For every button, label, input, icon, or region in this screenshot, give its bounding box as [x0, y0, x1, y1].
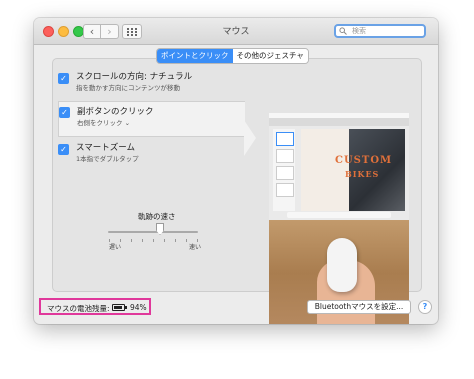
slider-tick	[153, 239, 154, 242]
demo-slide-subtitle: BIKES	[345, 169, 380, 179]
slider-min-label: 遅い	[109, 244, 122, 251]
settings-panel: ✓ スクロールの方向: ナチュラル 指を動かす方向にコンテンツが移動 ✓ 副ボタ…	[52, 58, 422, 324]
tab-point-and-click[interactable]: ポイントとクリック	[157, 49, 233, 63]
tracking-speed-knob[interactable]	[156, 223, 164, 235]
slider-tick	[186, 239, 187, 242]
demo-slide-thumb	[276, 132, 294, 146]
slider-tick	[142, 239, 143, 242]
slider-tick	[175, 239, 176, 242]
search-field[interactable]: 検索	[334, 24, 426, 38]
slider-tick	[164, 239, 165, 242]
demo-slide-title: CUSTOM	[335, 155, 393, 166]
demo-slide-thumb	[276, 183, 294, 197]
slider-tick	[131, 239, 132, 242]
bottom-bar: マウスの電池残量: 94% Bluetoothマウスを設定... ?	[34, 298, 438, 324]
checkbox-secondary-click[interactable]: ✓	[59, 107, 70, 118]
demo-slide-thumb	[276, 166, 294, 180]
tracking-speed-slider[interactable]	[108, 231, 198, 233]
option-label: 副ボタンのクリック	[77, 107, 154, 117]
demo-toolbar	[269, 118, 409, 126]
demo-slide: CUSTOM BIKES	[301, 129, 405, 211]
slider-max-label: 速い	[189, 244, 202, 251]
tab-more-gestures[interactable]: その他のジェスチャ	[232, 49, 308, 63]
demo-dock	[287, 212, 391, 218]
option-smart-zoom[interactable]: ✓ スマートズーム 1本指でダブルタップ	[58, 141, 244, 171]
magic-mouse-image	[327, 238, 357, 292]
search-placeholder: 検索	[352, 27, 366, 35]
setup-bluetooth-mouse-button[interactable]: Bluetoothマウスを設定...	[307, 300, 411, 314]
mouse-preferences-window: ‹ › マウス 検索 ✓ スクロールの方向: ナチュラル 指を動かす方向にコンテ…	[34, 18, 438, 324]
tab-bar: ポイントとクリック その他のジェスチャ	[156, 48, 309, 64]
option-secondary-click[interactable]: ✓ 副ボタンのクリック 右側をクリック ⌄	[58, 101, 245, 137]
demo-slide-thumb	[276, 149, 294, 163]
gesture-demo-video: CUSTOM BIKES	[269, 113, 409, 324]
title-bar: ‹ › マウス 検索	[34, 18, 438, 45]
battery-highlight-box: マウスの電池残量: 94%	[39, 298, 151, 315]
checkbox-smart-zoom[interactable]: ✓	[58, 144, 69, 155]
option-scroll-direction[interactable]: ✓ スクロールの方向: ナチュラル 指を動かす方向にコンテンツが移動	[58, 70, 244, 100]
battery-tip	[125, 306, 127, 309]
battery-percent: 94%	[130, 303, 147, 312]
battery-fill	[114, 306, 122, 309]
option-sublabel: 指を動かす方向にコンテンツが移動	[76, 84, 180, 92]
checkbox-scroll-direction[interactable]: ✓	[58, 73, 69, 84]
demo-slide-navigator	[273, 129, 295, 211]
search-icon	[339, 27, 347, 35]
option-sublabel: 1本指でダブルタップ	[76, 155, 139, 163]
help-button[interactable]: ?	[418, 300, 432, 314]
demo-screen: CUSTOM BIKES	[269, 113, 409, 220]
battery-icon	[112, 304, 127, 311]
option-label: スマートズーム	[76, 143, 135, 153]
secondary-click-popup[interactable]: 右側をクリック ⌄	[77, 117, 130, 127]
battery-label: マウスの電池残量:	[47, 304, 110, 313]
selection-pointer-arrow	[244, 120, 256, 156]
tracking-speed-label: 軌跡の速さ	[138, 212, 176, 221]
option-label: スクロールの方向: ナチュラル	[76, 72, 193, 82]
